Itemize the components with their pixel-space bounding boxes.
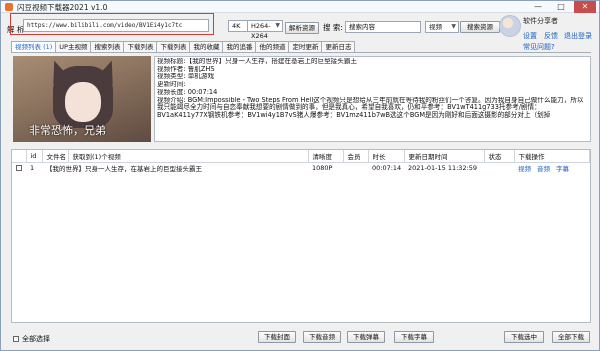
faq-link[interactable]: 常见问题? bbox=[523, 42, 555, 52]
url-input[interactable]: https://www.bilibili.com/video/BV1Ei4y1c… bbox=[23, 19, 209, 32]
row-updated: 2021-01-15 11:32:59 bbox=[408, 164, 478, 173]
info-length: 视频长度: 00:07:14 bbox=[157, 88, 218, 96]
tab-video-list[interactable]: 视频列表 (1) bbox=[11, 41, 57, 52]
search-label: 搜 索: bbox=[323, 23, 343, 32]
tab-favorites[interactable]: 我的收藏 bbox=[189, 41, 224, 52]
chevron-down-icon: ▼ bbox=[275, 22, 280, 29]
codec-value: H264-X264 bbox=[251, 22, 271, 40]
download-video-link[interactable]: 视频 bbox=[518, 165, 531, 173]
parse-button[interactable]: 解析资源 bbox=[285, 22, 319, 34]
video-thumbnail: 非常恐怖，兄弟 bbox=[13, 56, 151, 142]
col-id: id bbox=[26, 150, 43, 163]
row-status bbox=[484, 162, 514, 174]
download-danmu-button[interactable]: 下载弹幕 bbox=[347, 331, 385, 343]
download-all-button[interactable]: 全部下载 bbox=[552, 331, 590, 343]
row-duration: 00:07:14 bbox=[372, 164, 402, 173]
download-selected-button[interactable]: 下载选中 bbox=[504, 331, 544, 343]
close-button[interactable]: ✕ bbox=[574, 1, 596, 13]
window-title: 闪豆视频下载器2021 v1.0 bbox=[17, 3, 108, 12]
tab-changelog[interactable]: 更新日志 bbox=[321, 41, 356, 52]
title-bar: 闪豆视频下载器2021 v1.0 — □ ✕ bbox=[1, 1, 599, 13]
search-button[interactable]: 搜索资源 bbox=[460, 21, 500, 33]
search-type-value: 视频 bbox=[429, 23, 442, 31]
tab-search-list[interactable]: 搜索列表 bbox=[90, 41, 125, 52]
col-fetched: 获取到(1)个视频 bbox=[68, 150, 309, 163]
video-table: id 文件名 获取到(1)个视频 清晰度 会员 时长 更新日期时间 状态 下载操… bbox=[11, 149, 591, 323]
info-updated: 更新时间: bbox=[157, 81, 186, 89]
avatar[interactable] bbox=[499, 15, 521, 37]
info-type: 视频类型: 单机游戏 bbox=[157, 73, 215, 81]
row-id: 1 bbox=[30, 164, 35, 173]
col-check bbox=[12, 150, 27, 163]
download-subtitle-button[interactable]: 下载字幕 bbox=[394, 331, 434, 343]
row-checkbox-cell bbox=[12, 162, 26, 174]
tab-channel[interactable]: 他的频道 bbox=[255, 41, 290, 52]
row-actions: 视频 音频 字幕 bbox=[514, 162, 590, 174]
col-status: 状态 bbox=[484, 150, 515, 163]
download-cover-button[interactable]: 下载封面 bbox=[258, 331, 296, 343]
table-row[interactable]: 1 【我的世界】只身一人生存，在基岩上的巨型接头霸王 1080P 00:07:1… bbox=[12, 162, 590, 174]
search-input[interactable]: 搜索内容 bbox=[345, 21, 421, 33]
col-filename: 文件名 bbox=[42, 150, 69, 163]
select-all-box[interactable] bbox=[13, 336, 19, 342]
info-intro: 视频介绍: BGM:Impossible - Two Steps From He… bbox=[157, 96, 584, 119]
select-all-label: 全部选择 bbox=[22, 335, 50, 343]
row-filename: 【我的世界】只身一人生存，在基岩上的巨型接头霸王 bbox=[46, 165, 202, 174]
logout-link[interactable]: 退出登录 bbox=[564, 31, 592, 41]
resolution-value: 4K bbox=[232, 22, 241, 30]
download-audio-button[interactable]: 下载音频 bbox=[303, 331, 341, 343]
settings-link[interactable]: 设置 bbox=[523, 31, 537, 41]
row-checkbox[interactable] bbox=[16, 165, 22, 172]
tab-download-list[interactable]: 下载列表 bbox=[123, 41, 158, 52]
thumbnail-face bbox=[65, 82, 101, 122]
info-author: 视频作者: 鲁肌ZHS bbox=[157, 65, 215, 73]
row-vip bbox=[343, 162, 368, 174]
col-updated: 更新日期时间 bbox=[404, 150, 485, 163]
minimize-button[interactable]: — bbox=[527, 1, 549, 13]
chevron-down-icon: ▼ bbox=[451, 23, 456, 30]
download-subtitle-link[interactable]: 字幕 bbox=[556, 165, 569, 173]
app-window: 闪豆视频下载器2021 v1.0 — □ ✕ 解 析 https://www.b… bbox=[0, 0, 600, 351]
download-audio-link[interactable]: 音频 bbox=[537, 165, 550, 173]
tab-up-videos[interactable]: UP主视频 bbox=[55, 41, 92, 52]
col-actions: 下载操作 bbox=[514, 150, 590, 163]
tab-download-list-2[interactable]: 下载列表 bbox=[156, 41, 191, 52]
col-vip: 会员 bbox=[343, 150, 369, 163]
app-logo-icon bbox=[5, 3, 13, 11]
select-all-checkbox[interactable]: 全部选择 bbox=[13, 334, 50, 344]
tab-divider bbox=[11, 52, 591, 53]
codec-select[interactable]: H264-X264 ▼ bbox=[247, 20, 283, 40]
thumbnail-caption: 非常恐怖，兄弟 bbox=[29, 124, 106, 137]
search-type-select[interactable]: 视频 ▼ bbox=[425, 21, 459, 33]
row-quality: 1080P bbox=[312, 164, 333, 173]
feedback-link[interactable]: 反馈 bbox=[544, 31, 558, 41]
info-title: 视频标题:【我的世界】只身一人生存，搭建在基岩上的巨型接头霸王 bbox=[157, 58, 358, 65]
tab-following[interactable]: 我的追番 bbox=[222, 41, 257, 52]
maximize-button[interactable]: □ bbox=[550, 1, 572, 13]
tab-bar: 视频列表 (1) UP主视频 搜索列表 下载列表 下载列表 我的收藏 我的追番 … bbox=[11, 41, 356, 52]
table-header-row: id 文件名 获取到(1)个视频 清晰度 会员 时长 更新日期时间 状态 下载操… bbox=[12, 150, 590, 163]
col-duration: 时长 bbox=[368, 150, 405, 163]
col-quality: 清晰度 bbox=[308, 150, 344, 163]
tab-scheduled-update[interactable]: 定时更新 bbox=[288, 41, 323, 52]
user-name: 软件分享者 bbox=[523, 17, 558, 25]
video-info-box: 视频标题:【我的世界】只身一人生存，搭建在基岩上的巨型接头霸王 视频作者: 鲁肌… bbox=[154, 56, 591, 142]
